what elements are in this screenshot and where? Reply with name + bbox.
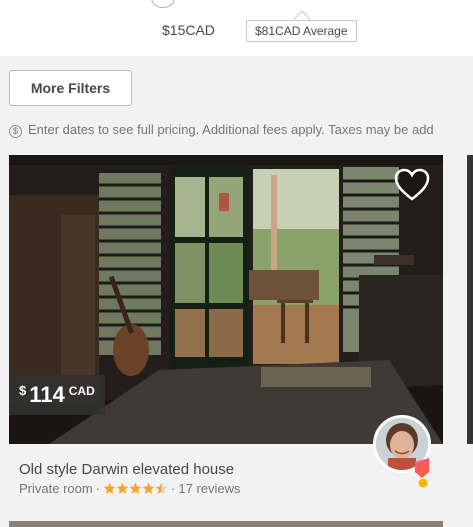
price-slider-handle[interactable]	[151, 0, 175, 8]
star-icon	[116, 482, 129, 495]
average-price-badge: $81CAD Average	[246, 20, 357, 42]
price-currency: CAD	[68, 384, 95, 398]
meta-separator: ·	[171, 481, 176, 496]
heart-icon	[394, 168, 430, 201]
next-listing-peek[interactable]	[467, 155, 473, 444]
min-price-label: $15CAD	[162, 22, 215, 38]
meta-separator: ·	[95, 481, 101, 496]
room-type: Private room	[19, 481, 93, 496]
star-rating	[103, 482, 168, 495]
save-heart-button[interactable]	[394, 168, 430, 202]
superhost-badge-icon	[413, 458, 431, 488]
listing-meta: Private room · · 17 reviews	[19, 481, 241, 496]
price-filter-panel: $15CAD $81CAD Average	[0, 0, 473, 56]
star-icon	[103, 482, 116, 495]
star-icon	[142, 482, 155, 495]
half-star-icon	[155, 482, 168, 495]
next-listing-row-peek[interactable]	[9, 521, 443, 527]
price-amount: 114	[29, 382, 65, 407]
star-icon	[129, 482, 142, 495]
pricing-note: $ Enter dates to see full pricing. Additi…	[9, 122, 473, 140]
pricing-note-text: Enter dates to see full pricing. Additio…	[28, 122, 434, 137]
price-symbol: $	[19, 383, 27, 398]
dollar-circle-icon: $	[9, 125, 22, 138]
more-filters-button[interactable]: More Filters	[9, 70, 132, 106]
review-count[interactable]: 17 reviews	[178, 481, 240, 496]
listing-title[interactable]: Old style Darwin elevated house	[19, 461, 234, 478]
price-tag: $ 114 CAD	[9, 375, 105, 415]
